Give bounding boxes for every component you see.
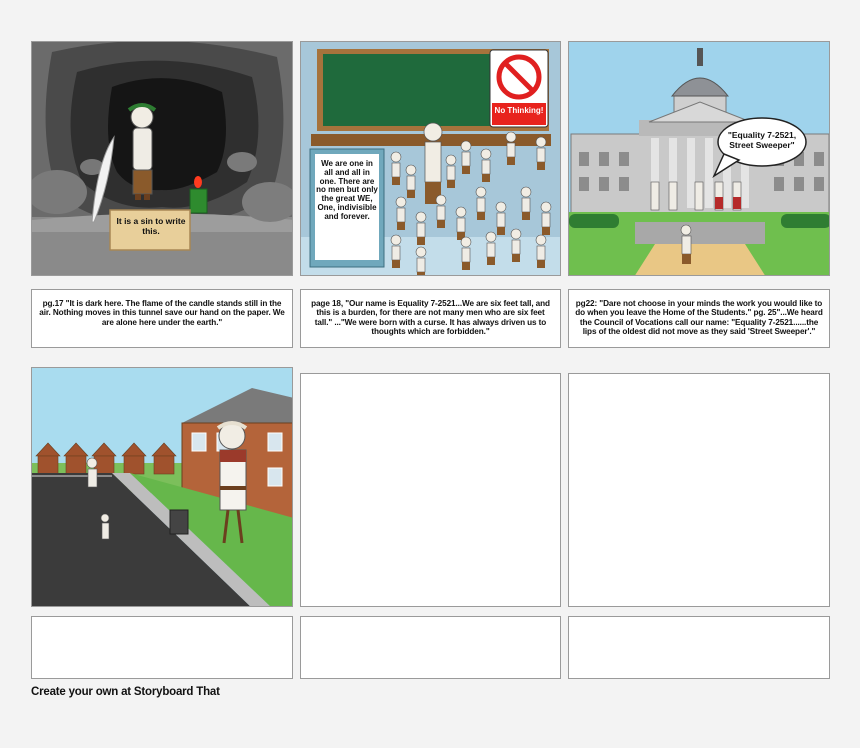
student-legs: [482, 174, 490, 182]
panel-empty-5: [300, 373, 561, 607]
panel-cave: It is a sin to write this.: [31, 41, 293, 276]
student-body: [536, 245, 546, 261]
storyboard-that-credit[interactable]: Create your own at Storyboard That: [31, 686, 220, 698]
student-body: [461, 151, 471, 167]
caption-1: pg.17 "It is dark here. The flame of the…: [31, 289, 293, 348]
student-legs: [392, 177, 400, 185]
student-head: [455, 206, 467, 218]
student-body: [416, 222, 426, 238]
student-body: [536, 147, 546, 163]
student-body: [521, 197, 531, 213]
caption-6: [568, 616, 830, 679]
student-legs: [512, 254, 520, 262]
student-body: [486, 242, 496, 258]
board-text: We are one in all and all in one. There …: [316, 159, 378, 221]
student-head: [495, 201, 507, 213]
student-legs: [522, 212, 530, 220]
panel-empty-6: [568, 373, 830, 607]
student-head: [505, 131, 517, 143]
caption-3: pg22: "Dare not choose in your minds the…: [568, 289, 830, 348]
student-head: [445, 154, 457, 166]
student-head: [480, 148, 492, 160]
student-legs: [487, 257, 495, 265]
student-legs: [507, 157, 515, 165]
student-body: [416, 257, 426, 273]
student-legs: [462, 166, 470, 174]
student-head: [540, 201, 552, 213]
panel-classroom: No Thinking! We are one in all and all i…: [300, 41, 561, 276]
student-head: [390, 234, 402, 246]
student-head: [435, 194, 447, 206]
student-body: [541, 212, 551, 228]
student-legs: [497, 227, 505, 235]
student-head: [395, 196, 407, 208]
student-body: [391, 245, 401, 261]
panel-capitol: "Equality 7-2521, Street Sweeper": [568, 41, 830, 276]
student-legs: [477, 212, 485, 220]
student-body: [396, 207, 406, 223]
student-body: [406, 175, 416, 191]
student-body: [496, 212, 506, 228]
student-head: [520, 186, 532, 198]
student-head: [460, 236, 472, 248]
no-thinking-sign-text: No Thinking!: [494, 106, 544, 115]
student-head: [390, 151, 402, 163]
student-head: [475, 186, 487, 198]
student-legs: [537, 260, 545, 268]
student-body: [461, 247, 471, 263]
student-body: [511, 239, 521, 255]
student-legs: [407, 190, 415, 198]
student-head: [535, 136, 547, 148]
council-speech-bubble: "Equality 7-2521, Street Sweeper": [727, 130, 797, 150]
student-legs: [537, 162, 545, 170]
student-head: [510, 228, 522, 240]
student-head: [535, 234, 547, 246]
caption-2: page 18, "Our name is Equality 7-2521...…: [300, 289, 561, 348]
student-body: [456, 217, 466, 233]
student-head: [415, 211, 427, 223]
caption-5: [300, 616, 561, 679]
student-legs: [542, 227, 550, 235]
student-body: [436, 205, 446, 221]
student-legs: [447, 180, 455, 188]
student-head: [460, 140, 472, 152]
student-legs: [437, 220, 445, 228]
caption-4: [31, 616, 293, 679]
scroll-text: It is a sin to write this.: [116, 216, 186, 236]
student-head: [415, 246, 427, 258]
student-body: [446, 165, 456, 181]
student-body: [391, 162, 401, 178]
student-legs: [462, 262, 470, 270]
student-legs: [397, 222, 405, 230]
student-body: [476, 197, 486, 213]
student-head: [485, 231, 497, 243]
student-body: [481, 159, 491, 175]
student-body: [506, 142, 516, 158]
panel-street: [31, 367, 293, 607]
student-head: [405, 164, 417, 176]
student-legs: [417, 237, 425, 245]
student-legs: [417, 272, 425, 275]
student-legs: [392, 260, 400, 268]
